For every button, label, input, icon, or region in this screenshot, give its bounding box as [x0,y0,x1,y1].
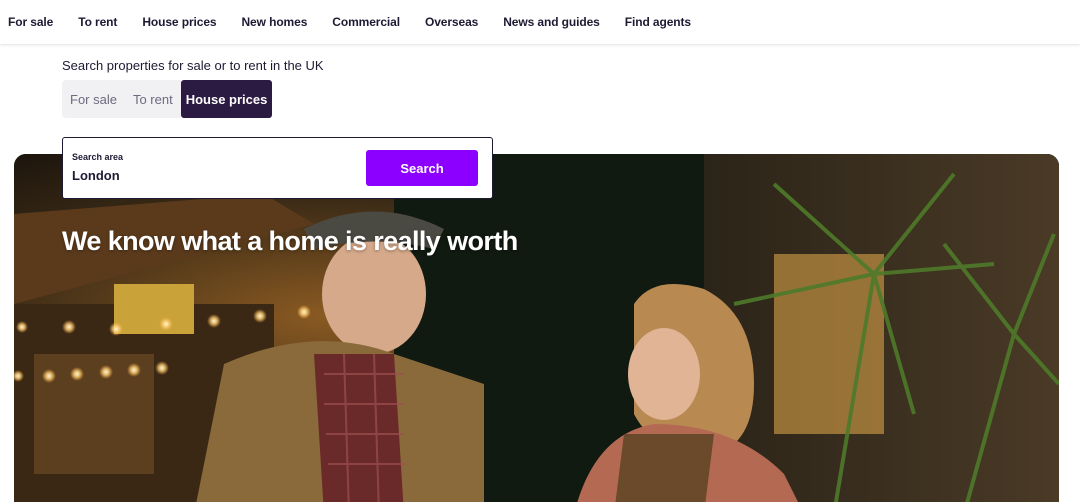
nav-item-news-and-guides[interactable]: News and guides [503,15,600,29]
tab-to-rent[interactable]: To rent [124,80,181,118]
search-subtitle: Search properties for sale or to rent in… [62,58,324,73]
search-tabs: For sale To rent House prices [62,80,273,118]
top-navigation: For sale To rent House prices New homes … [0,0,1080,44]
search-area-input[interactable] [72,168,352,183]
nav-item-find-agents[interactable]: Find agents [625,15,691,29]
tab-house-prices[interactable]: House prices [180,80,273,118]
hero-image [14,154,1059,502]
nav-item-commercial[interactable]: Commercial [332,15,400,29]
hero-photo-illustration [14,154,1059,502]
nav-item-house-prices[interactable]: House prices [142,15,216,29]
tab-for-sale[interactable]: For sale [62,80,125,118]
search-area-label: Search area [72,152,124,162]
search-button[interactable]: Search [366,150,478,186]
nav-item-to-rent[interactable]: To rent [78,15,117,29]
nav-item-overseas[interactable]: Overseas [425,15,478,29]
hero-headline: We know what a home is really worth [62,226,518,256]
nav-item-for-sale[interactable]: For sale [8,15,53,29]
search-box: Search area Search [62,137,493,199]
nav-item-new-homes[interactable]: New homes [241,15,307,29]
